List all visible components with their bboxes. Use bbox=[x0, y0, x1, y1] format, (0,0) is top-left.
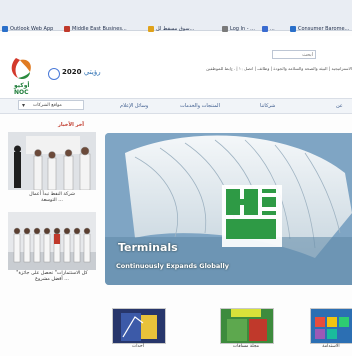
thumb-sustainability[interactable] bbox=[310, 308, 352, 344]
nav-item-media[interactable]: وسائل الإعلام bbox=[120, 99, 148, 113]
thumb-sustainability-caption[interactable]: الاستدامة bbox=[310, 344, 352, 349]
thumb-magazine-caption[interactable]: مجلة مسافات bbox=[220, 344, 272, 349]
search-input[interactable]: ابحث bbox=[272, 50, 316, 59]
thumb-events[interactable] bbox=[112, 308, 166, 344]
thumb-magazine[interactable] bbox=[220, 308, 274, 344]
bookmark-outlook[interactable]: Outlook Web App bbox=[2, 23, 53, 35]
nav-item-products[interactable]: المنتجات والخدمات bbox=[180, 99, 220, 113]
outlook-icon bbox=[2, 25, 8, 32]
bookmark-consumer[interactable]: Consumer Barome... bbox=[290, 23, 349, 35]
bookmark-other[interactable]: ... bbox=[262, 23, 275, 35]
page-icon bbox=[262, 25, 268, 32]
muscat-icon bbox=[148, 25, 154, 32]
hero-title: Terminals bbox=[118, 241, 178, 254]
thumb-events-caption[interactable]: أحداث bbox=[112, 344, 164, 349]
companies-select[interactable]: ▾ مواقع الشركات bbox=[18, 100, 84, 110]
vision-2020-label: 2020 رؤيتي bbox=[62, 68, 101, 76]
news-image-2[interactable] bbox=[8, 212, 96, 270]
logo-text: أوكيو NOC bbox=[14, 82, 30, 96]
news-icon bbox=[64, 25, 70, 32]
emblem-icon bbox=[48, 68, 60, 80]
news-image-1[interactable] bbox=[8, 132, 96, 190]
hero-subtitle: Continuously Expands Globally bbox=[116, 262, 229, 270]
nav-item-companies[interactable]: شركاتنا bbox=[260, 99, 275, 113]
bookmarks-bar: Outlook Web App Middle East Busines... س… bbox=[0, 0, 352, 32]
news-caption-1[interactable]: شركة النفط تبدأ أعمال التوسعة ... bbox=[8, 192, 96, 204]
news-caption-2[interactable]: "كل الاستثمارات" تحصل على جائزة أفضل مشر… bbox=[8, 271, 96, 283]
page-icon bbox=[222, 25, 228, 32]
chevron-down-icon: ▾ bbox=[22, 102, 26, 109]
info-icon bbox=[290, 25, 296, 32]
nav-item-about[interactable]: عن bbox=[336, 99, 343, 113]
news-heading: آخر الأخبار bbox=[58, 122, 85, 128]
bookmark-muscat[interactable]: سوق مسقط لل... bbox=[148, 23, 194, 35]
bookmark-middle-east[interactable]: Middle East Busines... bbox=[64, 23, 127, 35]
